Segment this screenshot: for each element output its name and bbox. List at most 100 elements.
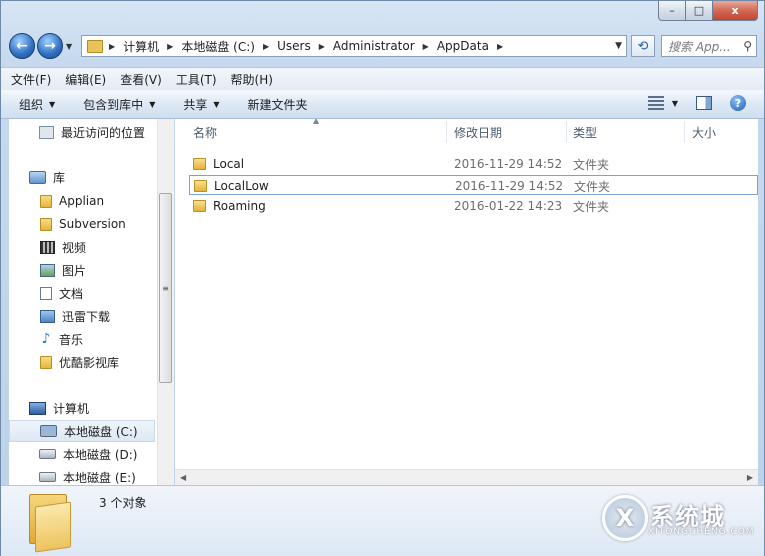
nav-recent-places[interactable]: 最近访问的位置 [39, 121, 145, 143]
recent-places-icon [39, 125, 54, 139]
folder-icon [193, 200, 206, 212]
file-row-local[interactable]: Local 2016-11-29 14:52 文件夹 [189, 154, 758, 174]
site-logo-icon: X [602, 495, 648, 541]
column-divider[interactable] [446, 121, 447, 143]
music-icon: ♪ [41, 331, 51, 347]
chevron-right-icon[interactable]: ▶ [423, 42, 429, 51]
drive-icon [39, 449, 56, 459]
column-header-type[interactable]: 类型 [573, 119, 683, 145]
breadcrumb-users[interactable]: Users [277, 39, 311, 53]
chevron-right-icon[interactable]: ▶ [319, 42, 325, 51]
forward-arrow-icon: → [44, 38, 56, 54]
chevron-right-icon[interactable]: ▶ [263, 42, 269, 51]
nav-computer[interactable]: 计算机 [29, 397, 89, 419]
breadcrumb-drive-c[interactable]: 本地磁盘 (C:) [181, 38, 255, 55]
breadcrumb-appdata[interactable]: AppData [437, 39, 489, 53]
computer-icon [29, 401, 46, 415]
include-in-library-button[interactable]: 包含到库中 ▼ [83, 96, 155, 113]
change-view-icon[interactable] [647, 96, 664, 110]
system-drive-icon [40, 425, 57, 437]
column-divider[interactable] [684, 121, 685, 143]
object-count: 3 个对象 [99, 496, 147, 510]
view-options-dropdown[interactable]: ▼ [672, 99, 678, 108]
nav-library-youku[interactable]: 优酷影视库 [40, 351, 119, 373]
back-arrow-icon: ← [16, 38, 28, 54]
watermark-logo: X 系统城 XITONGCHENG.COM [602, 491, 755, 549]
preview-pane-icon[interactable] [696, 96, 712, 110]
picture-icon [40, 263, 55, 277]
breadcrumb-administrator[interactable]: Administrator [333, 39, 415, 53]
nav-library-music[interactable]: ♪ 音乐 [40, 328, 83, 350]
command-bar: 组织 ▼ 包含到库中 ▼ 共享 ▼ 新建文件夹 ▼ ? [1, 90, 764, 119]
document-icon [40, 286, 52, 300]
new-folder-button[interactable]: 新建文件夹 [248, 96, 308, 113]
search-icon[interactable]: ⚲ [743, 39, 752, 53]
search-input[interactable]: 搜索 App... ⚲ [661, 35, 757, 57]
drive-icon [39, 472, 56, 482]
menu-tools[interactable]: 工具(T) [176, 71, 217, 88]
nav-drive-d[interactable]: 本地磁盘 (D:) [39, 443, 137, 465]
column-header-size[interactable]: 大小 [692, 119, 752, 145]
folder-icon [40, 217, 52, 231]
column-header-date[interactable]: 修改日期 [454, 119, 564, 145]
organize-button[interactable]: 组织 ▼ [19, 96, 55, 113]
grip-icon: ≡ [162, 283, 169, 293]
back-button[interactable]: ← [9, 33, 35, 59]
nav-library-thunder-downloads[interactable]: 迅雷下载 [40, 305, 110, 327]
library-icon [29, 170, 46, 184]
close-button[interactable]: x [713, 1, 758, 21]
address-history-dropdown[interactable]: ▼ [615, 41, 622, 51]
folder-icon [40, 194, 52, 208]
nav-library-documents[interactable]: 文档 [40, 282, 83, 304]
caption-buttons: – □ x [658, 1, 758, 21]
scrollbar-thumb[interactable]: ≡ [159, 193, 172, 383]
maximize-button[interactable]: □ [686, 1, 713, 21]
recent-pages-dropdown[interactable]: ▼ [66, 42, 72, 51]
scroll-left-icon[interactable]: ◀ [180, 473, 186, 482]
column-divider[interactable] [566, 121, 567, 143]
refresh-button[interactable]: ⟲ [631, 35, 655, 57]
menu-view[interactable]: 查看(V) [120, 71, 162, 88]
folder-icon [27, 494, 71, 553]
folder-icon [193, 158, 206, 170]
nav-library-applian[interactable]: Applian [40, 190, 104, 212]
address-bar[interactable]: ▶ 计算机 ▶ 本地磁盘 (C:) ▶ Users ▶ Administrato… [81, 35, 627, 57]
file-row-roaming[interactable]: Roaming 2016-01-22 14:23 文件夹 [189, 196, 758, 216]
minimize-button[interactable]: – [658, 1, 686, 21]
nav-drive-e[interactable]: 本地磁盘 (E:) [39, 466, 136, 485]
file-row-locallow[interactable]: LocalLow 2016-11-29 14:52 文件夹 [189, 175, 758, 195]
nav-library-pictures[interactable]: 图片 [40, 259, 86, 281]
nav-library-subversion[interactable]: Subversion [40, 213, 126, 235]
video-icon [40, 240, 55, 254]
scroll-right-icon[interactable]: ▶ [747, 473, 753, 482]
navigation-pane: 最近访问的位置 库 Applian Subversion 视频 图片 文档 迅雷… [9, 119, 157, 485]
horizontal-scrollbar[interactable]: ◀ ▶ [175, 469, 758, 486]
chevron-right-icon[interactable]: ▶ [497, 42, 503, 51]
chevron-right-icon[interactable]: ▶ [167, 42, 173, 51]
download-icon [40, 309, 55, 323]
folder-icon [40, 355, 52, 369]
menu-file[interactable]: 文件(F) [11, 71, 51, 88]
caret-down-icon: ▼ [213, 99, 220, 109]
breadcrumb-computer[interactable]: 计算机 [123, 38, 159, 55]
column-header-name[interactable]: 名称 [193, 119, 443, 145]
nav-library-videos[interactable]: 视频 [40, 236, 86, 258]
folder-icon [194, 180, 207, 192]
folder-icon [87, 39, 103, 53]
nav-libraries[interactable]: 库 [29, 166, 65, 188]
caret-down-icon: ▼ [49, 99, 56, 109]
share-button[interactable]: 共享 ▼ [183, 96, 219, 113]
help-icon[interactable]: ? [730, 95, 746, 111]
refresh-icon: ⟲ [637, 38, 649, 54]
nav-drive-c[interactable]: 本地磁盘 (C:) [9, 420, 155, 442]
forward-button[interactable]: → [37, 33, 63, 59]
menu-bar: 文件(F) 编辑(E) 查看(V) 工具(T) 帮助(H) [1, 67, 764, 91]
watermark-site: XITONGCHENG.COM [648, 527, 755, 537]
search-placeholder: 搜索 App... [668, 39, 731, 54]
menu-help[interactable]: 帮助(H) [231, 71, 273, 88]
navigation-bar: ← → ▼ ▶ 计算机 ▶ 本地磁盘 (C:) ▶ Users ▶ Admini… [9, 31, 757, 61]
navigation-pane-scrollbar[interactable]: ≡ [157, 119, 174, 485]
caret-down-icon: ▼ [149, 99, 156, 109]
chevron-right-icon[interactable]: ▶ [109, 42, 115, 51]
menu-edit[interactable]: 编辑(E) [65, 71, 106, 88]
